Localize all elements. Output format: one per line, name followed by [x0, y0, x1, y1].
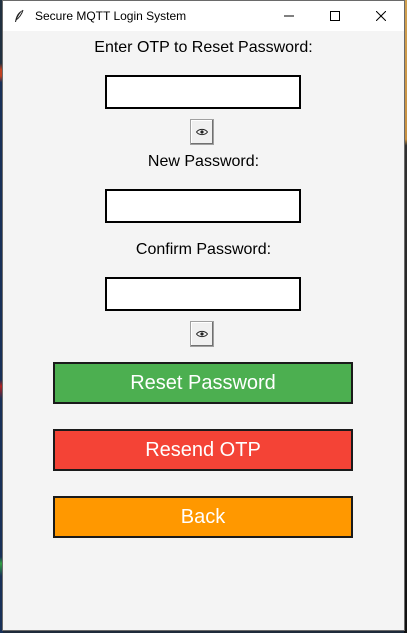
eye-icon — [196, 330, 208, 338]
otp-label: Enter OTP to Reset Password: — [94, 39, 313, 56]
minimize-button[interactable] — [266, 1, 312, 31]
title-bar[interactable]: Secure MQTT Login System — [3, 1, 404, 31]
maximize-icon — [330, 11, 340, 21]
window-title: Secure MQTT Login System — [35, 9, 187, 23]
new-password-field[interactable] — [105, 189, 301, 223]
reset-password-button[interactable]: Reset Password — [53, 362, 353, 404]
confirm-password-field[interactable] — [105, 277, 301, 311]
minimize-icon — [284, 15, 294, 17]
otp-field[interactable] — [105, 75, 301, 109]
app-window: Secure MQTT Login System Enter OTP to Re… — [2, 0, 405, 631]
close-button[interactable] — [358, 1, 404, 31]
toggle-password-visibility-button[interactable] — [190, 321, 214, 347]
resend-otp-button[interactable]: Resend OTP — [53, 429, 353, 471]
new-password-label: New Password: — [147, 153, 260, 170]
maximize-button[interactable] — [312, 1, 358, 31]
reset-password-form: Enter OTP to Reset Password: New Passwor… — [3, 31, 404, 630]
back-button[interactable]: Back — [53, 496, 353, 538]
confirm-password-label: Confirm Password: — [135, 241, 272, 258]
feather-icon — [11, 8, 27, 24]
toggle-otp-visibility-button[interactable] — [190, 119, 214, 145]
eye-icon — [196, 128, 208, 136]
close-icon — [376, 11, 386, 21]
